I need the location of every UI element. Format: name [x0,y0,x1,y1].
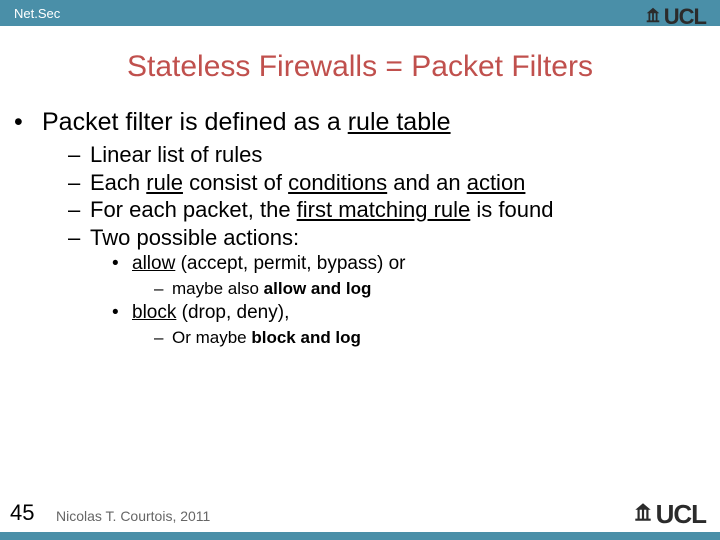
dash-icon: – [154,326,172,350]
bullet-lvl3: • block (drop, deny), [14,300,706,326]
ucl-logo-top: UCL [644,4,706,30]
dash-icon: – [68,196,90,224]
content: • Packet filter is defined as a rule tab… [0,84,720,350]
dome-icon [632,501,654,528]
lvl4-text: Or maybe block and log [172,326,361,350]
header-label: Net.Sec [14,6,60,21]
bullet-lvl2: – Each rule consist of conditions and an… [14,169,706,197]
bullet-lvl1: • Packet filter is defined as a rule tab… [14,108,706,137]
footer-bar [0,532,720,540]
lvl2-text: Two possible actions: [90,224,299,252]
dash-icon: – [68,141,90,169]
dash-icon: – [68,169,90,197]
lvl3-text: block (drop, deny), [132,300,289,326]
dash-icon: – [68,224,90,252]
bullet-lvl2: – Two possible actions: [14,224,706,252]
header-bar: Net.Sec [0,0,720,26]
lvl3-text: allow (accept, permit, bypass) or [132,251,406,277]
lvl2-text: For each packet, the first matching rule… [90,196,553,224]
bullet-dot-icon: • [112,251,132,277]
lvl1-text: Packet filter is defined as a rule table [42,108,451,137]
bullet-dot-icon: • [112,300,132,326]
bullet-lvl2: – For each packet, the first matching ru… [14,196,706,224]
bullet-lvl2: – Linear list of rules [14,141,706,169]
brand-text: UCL [664,4,706,30]
dome-icon [644,6,662,29]
ucl-logo-bottom: UCL [632,499,706,530]
bullet-lvl4: – Or maybe block and log [14,326,706,350]
slide-title: Stateless Firewalls = Packet Filters [0,50,720,84]
lvl2-text: Each rule consist of conditions and an a… [90,169,525,197]
lvl4-text: maybe also allow and log [172,277,371,301]
lvl2-text: Linear list of rules [90,141,262,169]
page-number: 45 [10,500,34,526]
bullet-lvl4: – maybe also allow and log [14,277,706,301]
bullet-dot-icon: • [14,108,42,137]
brand-text: UCL [656,499,706,530]
dash-icon: – [154,277,172,301]
footer-author: Nicolas T. Courtois, 2011 [56,508,210,524]
bullet-lvl3: • allow (accept, permit, bypass) or [14,251,706,277]
